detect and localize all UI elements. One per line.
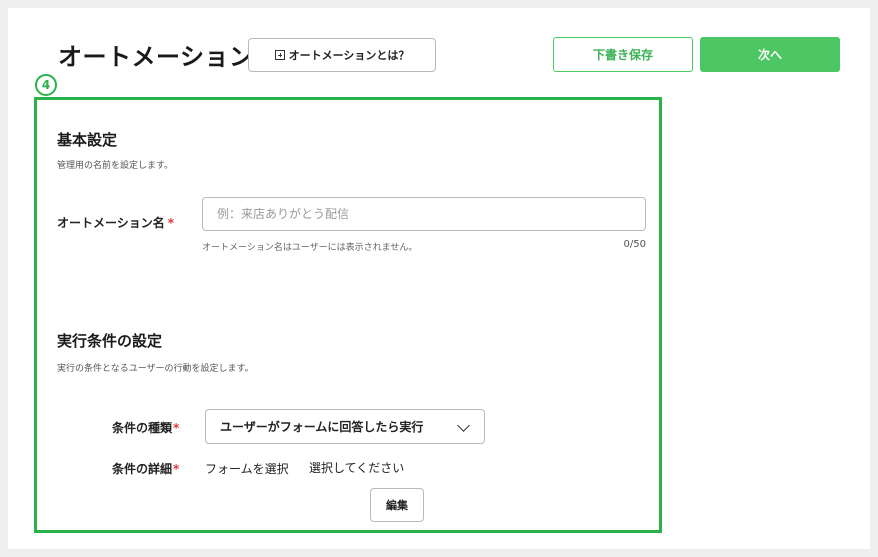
condition-type-label: 条件の種類* [112, 419, 179, 436]
plus-square-icon [274, 50, 285, 60]
automation-name-label-text: オートメーション名 [57, 216, 165, 230]
automation-name-label: オートメーション名 * [57, 214, 174, 231]
condition-detail-field: フォームを選択 [205, 462, 289, 476]
basic-settings-description: 管理用の名前を設定します。 [57, 161, 174, 171]
required-mark: * [173, 421, 180, 435]
next-button[interactable]: 次へ [700, 37, 840, 72]
required-mark: * [167, 216, 175, 230]
character-counter: 0/50 [623, 239, 646, 250]
condition-type-label-text: 条件の種類 [112, 421, 173, 435]
trigger-settings-title: 実行条件の設定 [57, 332, 163, 350]
automation-name-input[interactable] [202, 197, 646, 231]
save-draft-button[interactable]: 下書き保存 [553, 37, 693, 72]
edit-button[interactable]: 編集 [370, 488, 424, 522]
help-button-label: オートメーションとは？ [288, 49, 410, 62]
automation-name-hint: オートメーション名はユーザーには表示されません。 [202, 243, 418, 253]
chevron-down-icon [457, 419, 470, 432]
condition-detail-value: 選択してください [309, 461, 405, 475]
required-mark: * [173, 462, 180, 476]
trigger-settings-description: 実行の条件となるユーザーの行動を設定します。 [57, 364, 254, 374]
page-title: オートメーション [58, 43, 254, 71]
condition-type-select[interactable]: ユーザーがフォームに回答したら実行 [205, 409, 485, 444]
what-is-automation-button[interactable]: オートメーションとは？ [248, 38, 436, 72]
condition-detail-label-text: 条件の詳細 [112, 462, 173, 476]
condition-type-selected-value: ユーザーがフォームに回答したら実行 [220, 420, 424, 434]
basic-settings-title: 基本設定 [57, 131, 118, 149]
condition-detail-label: 条件の詳細* [112, 460, 179, 477]
step-number-badge: 4 [35, 74, 57, 96]
